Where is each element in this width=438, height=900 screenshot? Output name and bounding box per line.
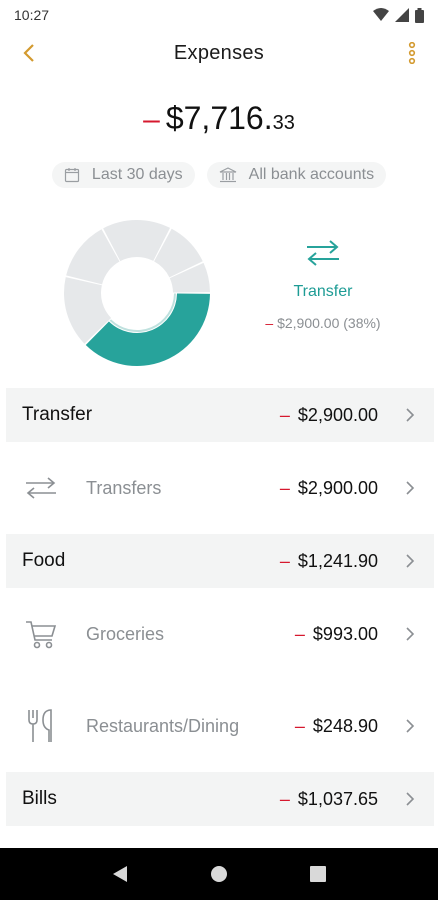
category-row-food[interactable]: Food – $1,241.90 (6, 534, 434, 588)
category-name: Bills (22, 788, 57, 809)
status-time: 10:27 (14, 7, 50, 23)
amount-sign: – (294, 623, 305, 644)
wifi-icon (373, 8, 389, 21)
back-button[interactable] (14, 38, 44, 68)
amount-sign: – (279, 404, 290, 425)
chevron-right-icon (406, 481, 415, 495)
accounts-label: All bank accounts (248, 166, 375, 183)
subcategory-name: Groceries (86, 623, 165, 644)
chevron-right-icon (406, 792, 415, 806)
more-options-button[interactable] (400, 38, 424, 68)
subcategory-amount: – $248.90 (295, 716, 378, 737)
total-expenses: – $7,716.33 (0, 100, 438, 137)
transfer-arrows-icon (307, 240, 339, 266)
amount-sign: – (279, 550, 290, 571)
category-row-transfer[interactable]: Transfer – $2,900.00 (6, 388, 434, 442)
subcategory-name: Transfers (86, 477, 162, 498)
subcategory-amount: – $2,900.00 (280, 478, 378, 499)
date-range-label: Last 30 days (91, 166, 183, 183)
legend-value: – $2,900.00 (38%) (250, 315, 396, 331)
battery-icon (415, 7, 424, 23)
home-circle-icon (210, 866, 227, 882)
category-amount: – $1,241.90 (280, 551, 378, 572)
filters: Last 30 days All bank accounts (0, 162, 438, 188)
legend-amount: $2,900.00 (38%) (277, 315, 381, 331)
legend-label: Transfer (293, 283, 353, 300)
accounts-chip[interactable]: All bank accounts (206, 162, 387, 188)
subcategory-row-groceries[interactable]: Groceries – $993.00 (6, 588, 434, 680)
amount-value: $2,900.00 (297, 477, 378, 498)
amount-value: $1,241.90 (297, 550, 378, 571)
subcategory-row-transfers[interactable]: Transfers – $2,900.00 (6, 442, 434, 534)
nav-home-button[interactable] (208, 863, 230, 885)
chevron-right-icon (406, 719, 415, 733)
fork-knife-icon (22, 707, 60, 745)
signal-icon (395, 8, 409, 22)
chevron-right-icon (406, 554, 415, 568)
amount-sign: – (279, 788, 290, 809)
recents-square-icon (310, 866, 327, 882)
chevron-right-icon (406, 408, 415, 422)
chart-legend: Transfer – $2,900.00 (38%) (250, 238, 396, 331)
amount-value: $248.90 (312, 715, 378, 736)
nav-back-button[interactable] (109, 863, 131, 885)
amount-value: $1,037.65 (297, 788, 378, 809)
category-name: Food (22, 550, 66, 571)
category-amount: – $2,900.00 (280, 405, 378, 426)
category-amount: – $1,037.65 (280, 789, 378, 810)
amount-value: $2,900.00 (297, 404, 378, 425)
total-cents: 33 (272, 112, 295, 134)
category-name: Transfer (22, 404, 93, 425)
status-icons (373, 7, 424, 23)
system-nav-bar (0, 848, 438, 900)
shopping-cart-icon (22, 615, 60, 653)
category-row-bills[interactable]: Bills – $1,037.65 (6, 772, 434, 826)
transfer-arrows-icon (22, 469, 60, 507)
calendar-icon (64, 168, 80, 183)
chevron-right-icon (406, 627, 415, 641)
expense-chart: Transfer – $2,900.00 (38%) (0, 212, 438, 372)
expense-list: Transfer – $2,900.00 Transfers – $2,900.00… (6, 388, 434, 826)
donut-chart[interactable] (62, 218, 212, 368)
back-triangle-icon (112, 866, 127, 882)
subcategory-row-restaurants[interactable]: Restaurants/Dining – $248.90 (6, 680, 434, 772)
amount-value: $993.00 (312, 623, 378, 644)
nav-recents-button[interactable] (307, 863, 329, 885)
total-whole: $7,716. (165, 100, 273, 136)
subcategory-amount: – $993.00 (295, 624, 378, 645)
subcategory-name: Restaurants/Dining (86, 715, 240, 736)
more-vertical-icon (408, 42, 416, 64)
chevron-left-icon (23, 44, 34, 62)
amount-sign: – (294, 715, 305, 736)
amount-sign: – (279, 477, 290, 498)
total-sign: – (143, 103, 160, 136)
status-bar: 10:27 (0, 0, 438, 30)
app-header: Expenses (0, 30, 438, 76)
date-range-chip[interactable]: Last 30 days (51, 162, 195, 188)
legend-sign: – (265, 315, 274, 331)
bank-icon (219, 167, 236, 183)
page-title: Expenses (173, 41, 265, 64)
